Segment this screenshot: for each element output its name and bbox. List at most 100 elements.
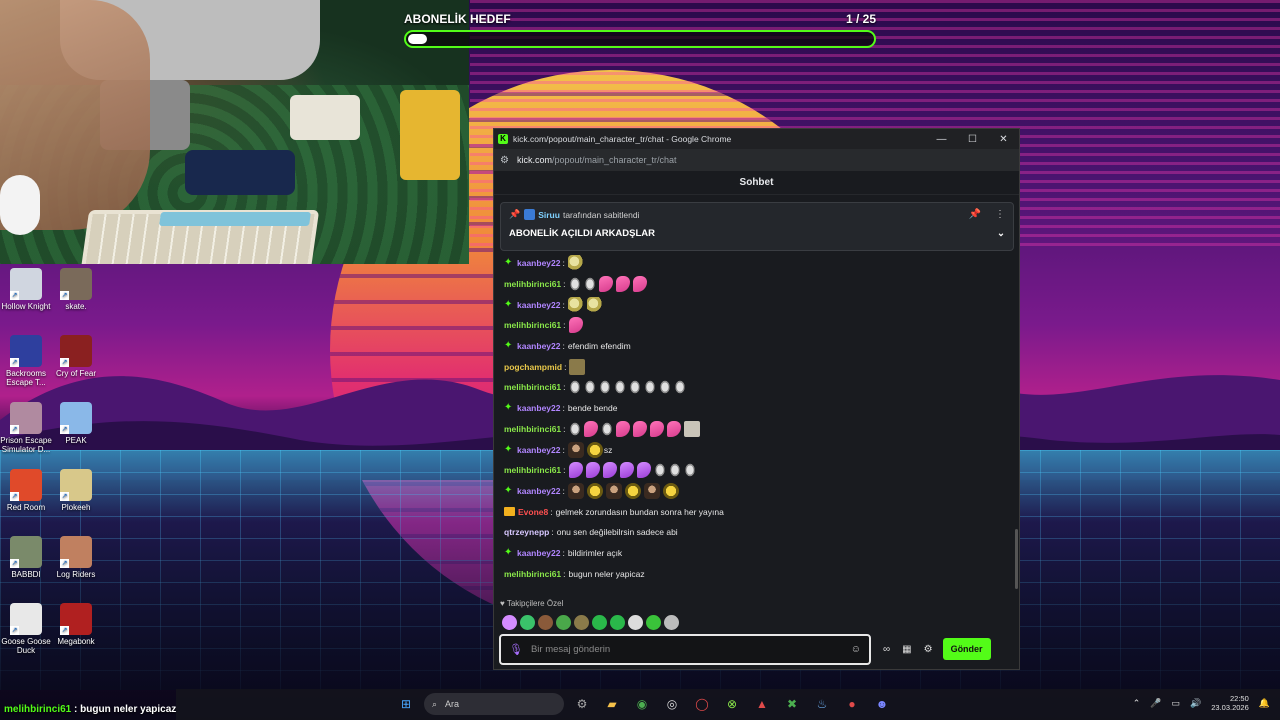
- pinned-user[interactable]: Siruu: [538, 210, 560, 220]
- chat-username[interactable]: kaanbey22: [517, 445, 560, 455]
- xbox-app-icon[interactable]: ✖: [780, 692, 804, 716]
- minimize-button[interactable]: —: [926, 134, 957, 145]
- chat-emote[interactable]: [568, 420, 581, 437]
- network-icon[interactable]: ▭: [1172, 698, 1181, 709]
- chat-username[interactable]: kaanbey22: [517, 548, 560, 558]
- chat-emote[interactable]: [598, 276, 613, 293]
- quick-emote[interactable]: [502, 615, 517, 630]
- chat-emote[interactable]: [567, 482, 584, 499]
- file-explorer-icon[interactable]: ▰: [600, 692, 624, 716]
- desktop-icon[interactable]: BABBDI: [0, 536, 52, 579]
- chat-username[interactable]: Evone8: [518, 507, 548, 517]
- discord-icon[interactable]: ☻: [870, 692, 894, 716]
- chat-emote[interactable]: [605, 482, 622, 499]
- chat-emote[interactable]: [567, 296, 584, 313]
- chat-emote[interactable]: [567, 441, 584, 458]
- chat-input-box[interactable]: 🎙 ☺: [499, 633, 871, 665]
- quick-emote[interactable]: [664, 615, 679, 630]
- chat-emote[interactable]: [662, 482, 679, 499]
- pinned-message[interactable]: 📌 Siruu tarafından sabitlendi 📌 ⋮ ABONEL…: [500, 202, 1014, 251]
- chat-emote[interactable]: [583, 379, 596, 396]
- chat-emote[interactable]: [673, 379, 686, 396]
- chat-username[interactable]: qtrzeynepp: [504, 527, 549, 537]
- desktop-icon[interactable]: PEAK: [50, 402, 102, 445]
- store-icon[interactable]: ▦: [902, 644, 911, 655]
- chat-emote[interactable]: [628, 379, 641, 396]
- chat-emote[interactable]: [683, 420, 700, 437]
- chat-username[interactable]: kaanbey22: [517, 486, 560, 496]
- kicks-icon[interactable]: ∞: [883, 644, 890, 655]
- chat-emote[interactable]: [583, 276, 596, 293]
- chat-emote[interactable]: [569, 358, 586, 375]
- chat-emote[interactable]: [586, 482, 603, 499]
- settings-gear-icon[interactable]: ⚙: [924, 644, 933, 655]
- microphone-tray-icon[interactable]: 🎤: [1150, 698, 1161, 709]
- close-button[interactable]: ✕: [988, 134, 1019, 145]
- red-app-icon[interactable]: ▲: [750, 692, 774, 716]
- obs-icon[interactable]: ◎: [660, 692, 684, 716]
- chat-username[interactable]: kaanbey22: [517, 258, 560, 268]
- quick-emote[interactable]: [592, 615, 607, 630]
- notification-bell-icon[interactable]: 🔔: [1259, 698, 1270, 709]
- chat-username[interactable]: melihbirinci61: [504, 569, 561, 579]
- chat-emote[interactable]: [568, 276, 581, 293]
- send-button[interactable]: Gönder: [942, 638, 991, 660]
- start-menu-icon[interactable]: ⊞: [394, 692, 418, 716]
- emote-picker-icon[interactable]: ☺: [851, 644, 861, 655]
- desktop-icon[interactable]: Prison Escape Simulator D...: [0, 402, 52, 454]
- chat-scrollbar[interactable]: [1015, 529, 1018, 589]
- chat-username[interactable]: melihbirinci61: [504, 424, 561, 434]
- window-titlebar[interactable]: K kick.com/popout/main_character_tr/chat…: [494, 129, 1019, 149]
- chat-emote[interactable]: [613, 379, 626, 396]
- settings-app-icon[interactable]: ⚙: [570, 692, 594, 716]
- desktop-icon[interactable]: Log Riders: [50, 536, 102, 579]
- quick-emote[interactable]: [574, 615, 589, 630]
- quick-emote[interactable]: [646, 615, 661, 630]
- chat-emote[interactable]: [568, 317, 583, 334]
- chat-emote[interactable]: [567, 255, 584, 272]
- site-info-icon[interactable]: ⚙: [500, 155, 509, 166]
- more-options-icon[interactable]: ⋮: [995, 209, 1005, 220]
- chrome-icon[interactable]: ◉: [630, 692, 654, 716]
- chat-emote[interactable]: [602, 462, 617, 479]
- chat-username[interactable]: pogchampmid: [504, 362, 562, 372]
- quick-emote[interactable]: [556, 615, 571, 630]
- chat-emote[interactable]: [568, 462, 583, 479]
- quick-emote[interactable]: [628, 615, 643, 630]
- microphone-icon[interactable]: 🎙: [509, 643, 523, 656]
- desktop-icon[interactable]: Megabonk: [50, 603, 102, 646]
- chat-emote[interactable]: [636, 462, 651, 479]
- chat-username[interactable]: melihbirinci61: [504, 279, 561, 289]
- chat-emote[interactable]: [649, 420, 664, 437]
- desktop-icon[interactable]: skate.: [50, 268, 102, 311]
- unpin-icon[interactable]: 📌: [969, 209, 981, 220]
- xbox-icon[interactable]: ⊗: [720, 692, 744, 716]
- chat-emote[interactable]: [585, 462, 600, 479]
- chat-username[interactable]: melihbirinci61: [504, 465, 561, 475]
- chat-emote[interactable]: [683, 462, 696, 479]
- chat-emote[interactable]: [632, 276, 647, 293]
- chat-emote[interactable]: [666, 420, 681, 437]
- chat-emote[interactable]: [583, 420, 598, 437]
- volume-icon[interactable]: 🔊: [1190, 698, 1201, 709]
- taskbar-search[interactable]: ⌕ Ara: [424, 693, 564, 715]
- chat-emote[interactable]: [668, 462, 681, 479]
- chat-emote[interactable]: [600, 420, 613, 437]
- chat-username[interactable]: kaanbey22: [517, 341, 560, 351]
- desktop-icon[interactable]: Hollow Knight: [0, 268, 52, 311]
- chat-emote[interactable]: [653, 462, 666, 479]
- chat-emote[interactable]: [586, 296, 603, 313]
- desktop-icon[interactable]: Goose Goose Duck: [0, 603, 52, 655]
- chat-emote[interactable]: [615, 420, 630, 437]
- steam-icon[interactable]: ♨: [810, 692, 834, 716]
- chevron-down-icon[interactable]: ⌄: [997, 228, 1005, 239]
- desktop-icon[interactable]: Cry of Fear: [50, 335, 102, 378]
- chat-emote[interactable]: [586, 441, 603, 458]
- desktop-icon[interactable]: Red Room: [0, 469, 52, 512]
- chat-emote[interactable]: [598, 379, 611, 396]
- chat-emote[interactable]: [624, 482, 641, 499]
- quick-emote[interactable]: [520, 615, 535, 630]
- quick-emote[interactable]: [538, 615, 553, 630]
- chat-emote[interactable]: [643, 379, 656, 396]
- opera-icon[interactable]: ◯: [690, 692, 714, 716]
